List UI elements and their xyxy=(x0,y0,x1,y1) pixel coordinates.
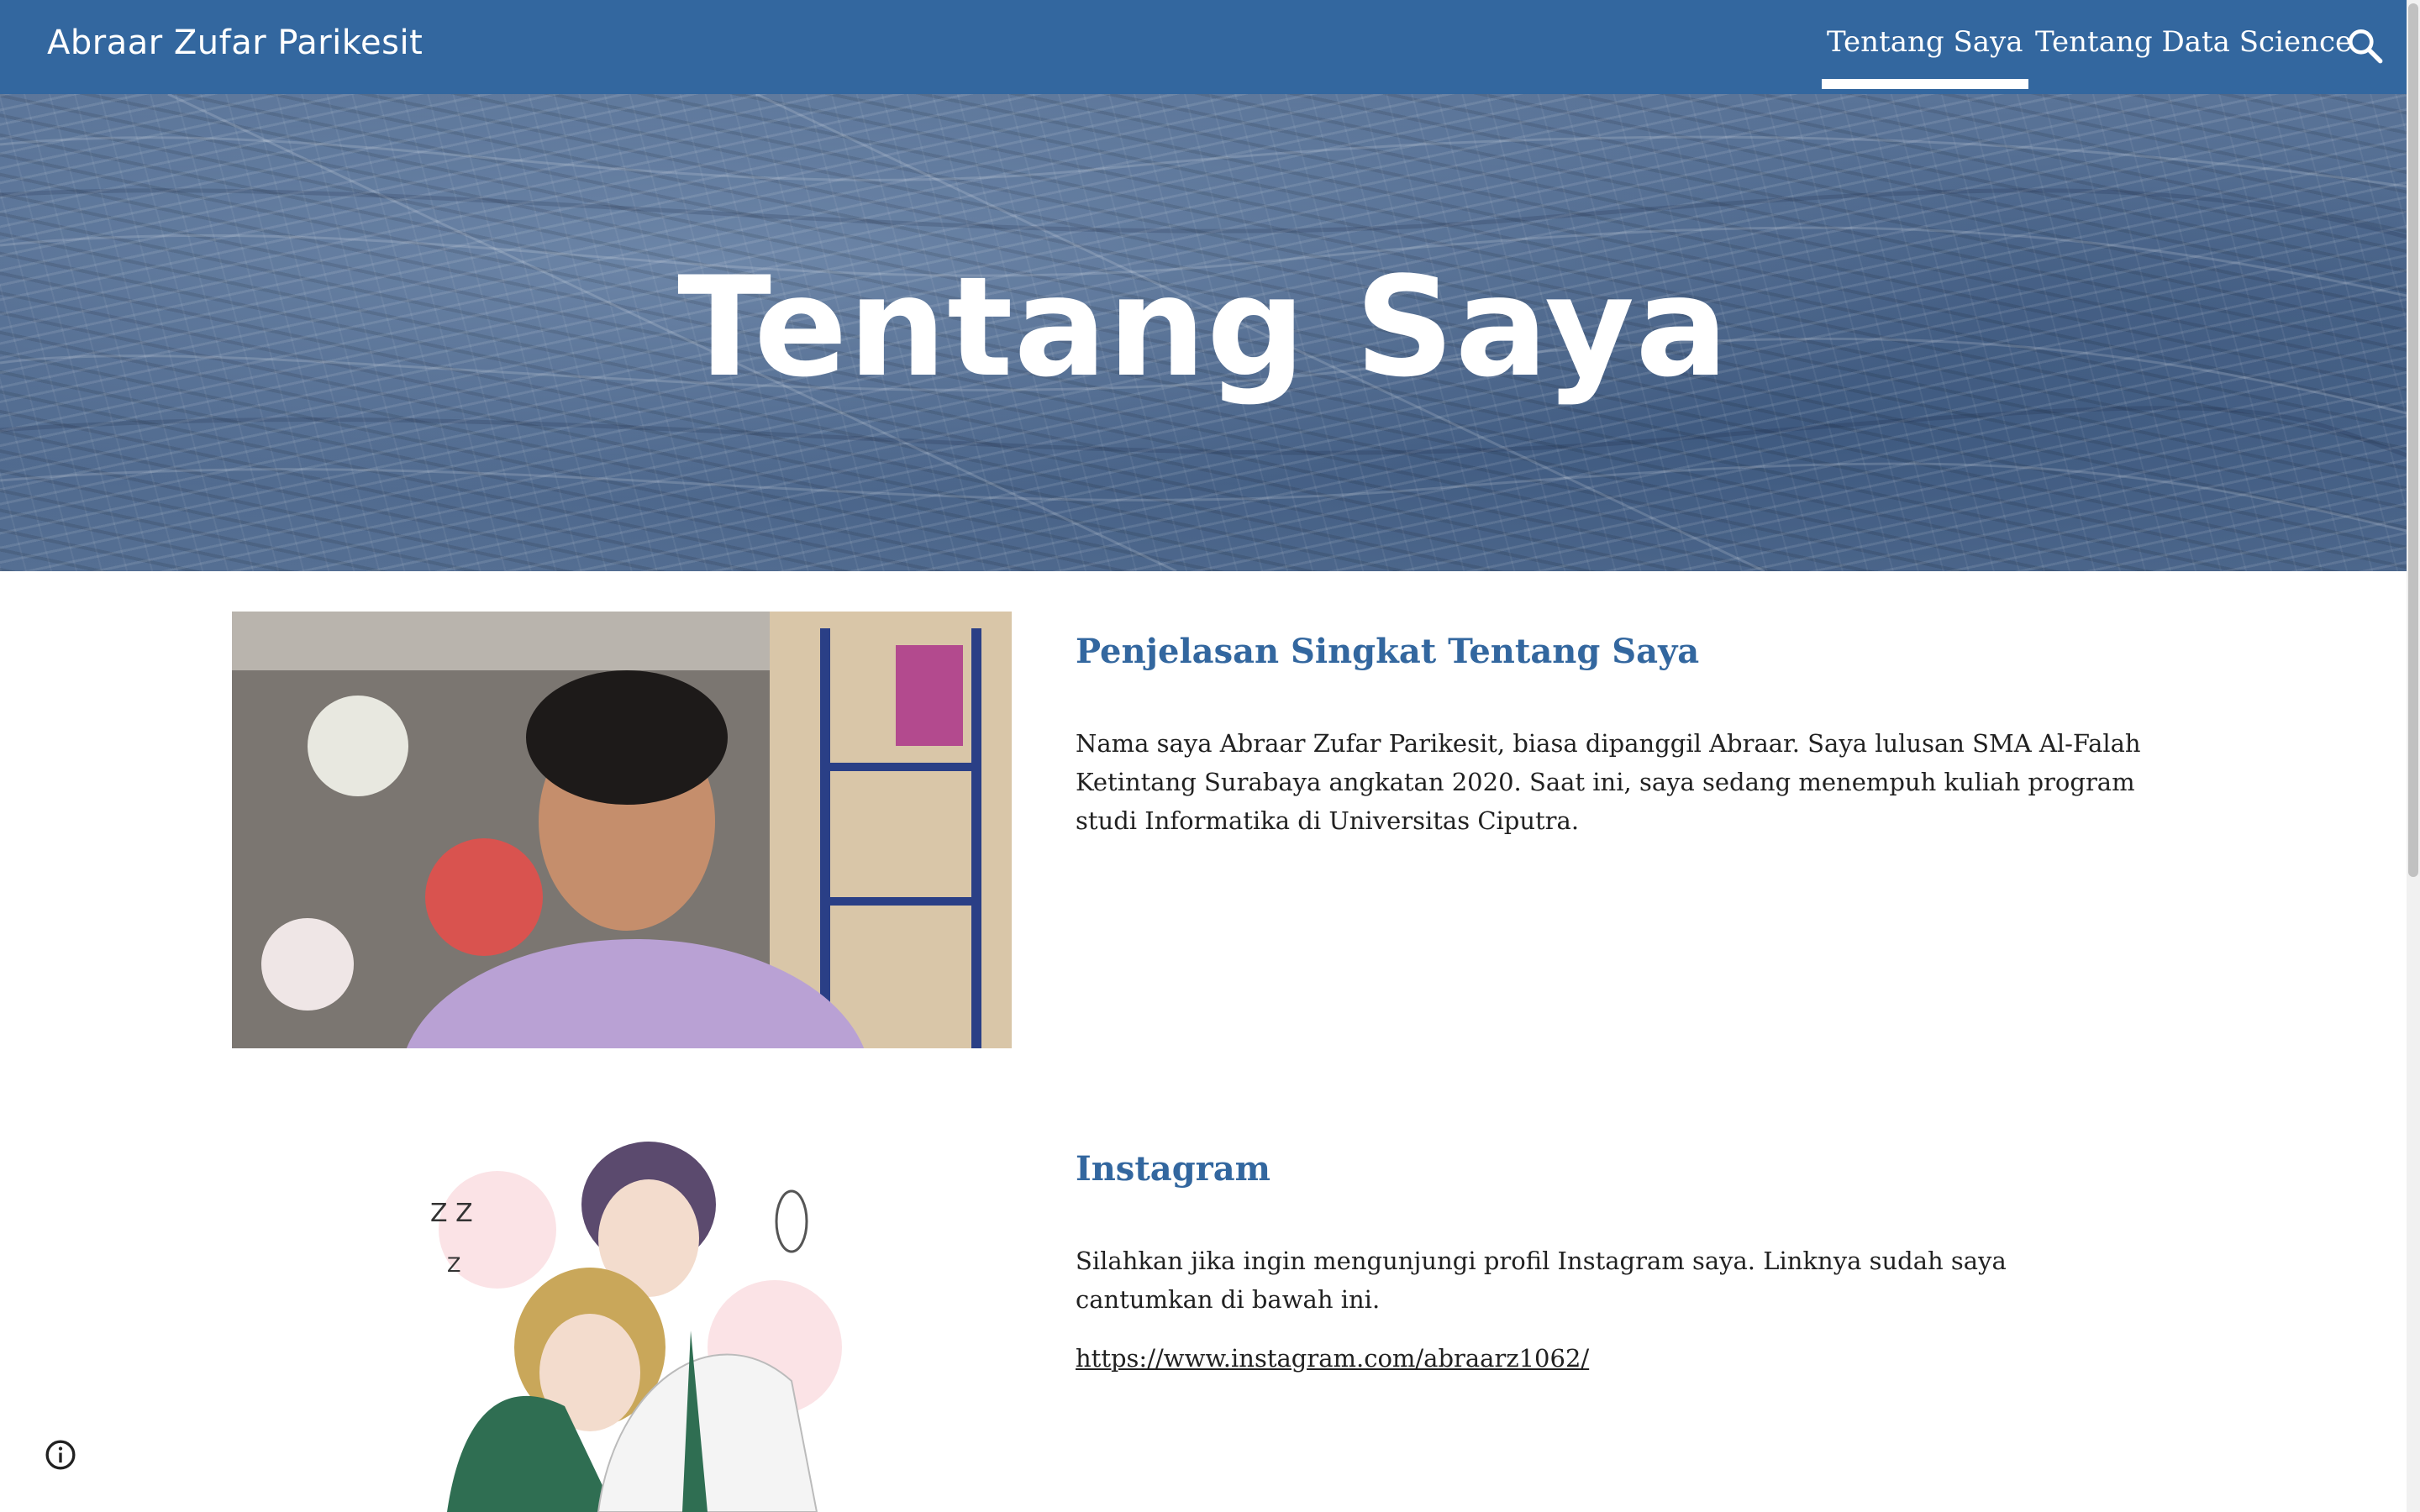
svg-text:Z: Z xyxy=(447,1253,460,1277)
anime-illustration: Z Z Z xyxy=(397,1129,845,1512)
instagram-illustration: Z Z Z xyxy=(397,1129,845,1512)
nav-tab-tentang-saya[interactable]: Tentang Saya xyxy=(1822,25,2028,89)
section-body-about: Nama saya Abraar Zufar Parikesit, biasa … xyxy=(1076,729,2141,835)
section-body-instagram: Silahkan jika ingin mengunjungi profil I… xyxy=(1076,1247,2007,1314)
svg-text:Z Z: Z Z xyxy=(430,1199,473,1228)
instagram-link[interactable]: https://www.instagram.com/abraarz1062/ xyxy=(1076,1344,1589,1373)
site-info-button[interactable] xyxy=(44,1438,77,1472)
search-button[interactable] xyxy=(2344,25,2386,67)
top-navigation-bar: Abraar Zufar Parikesit Tentang Saya Tent… xyxy=(0,0,2407,94)
hero-title: Tentang Saya xyxy=(677,247,1729,407)
section-heading-instagram: Instagram xyxy=(1076,1149,1270,1189)
site-title[interactable]: Abraar Zufar Parikesit xyxy=(47,24,423,62)
section-heading-about: Penjelasan Singkat Tentang Saya xyxy=(1076,632,1700,671)
scrollbar-thumb[interactable] xyxy=(2408,3,2418,877)
info-icon xyxy=(45,1440,76,1470)
search-icon xyxy=(2349,29,2383,64)
profile-photo xyxy=(232,612,1012,1048)
hero-banner: Tentang Saya xyxy=(0,94,2407,571)
nav-tab-tentang-data-science[interactable]: Tentang Data Science xyxy=(2035,25,2352,59)
profile-photo-illustration xyxy=(232,612,1012,1048)
